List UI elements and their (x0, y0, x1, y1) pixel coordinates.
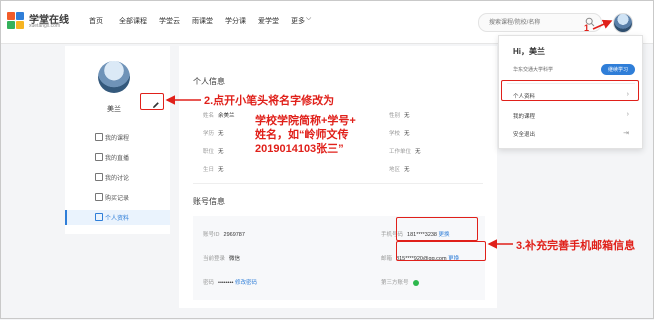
annotation-step1: 1 (584, 23, 590, 33)
annotation-step2: 2.点开小笔头将名字修改为 (204, 95, 335, 107)
annotation-arrows (165, 19, 613, 249)
annotation-detail-line: 姓名，如“岭师文传 (255, 129, 349, 141)
annotation-step3: 3.补充完善手机邮箱信息 (516, 240, 636, 252)
page-frame: 学堂在线 xuetangx.com 首页 全部课程 学堂云 雨课堂 学分课 爱学… (0, 0, 654, 319)
annotation-detail-line: 学校学院简称+学号+ (255, 115, 356, 127)
annotation-detail-line: 2019014103张三” (255, 143, 344, 155)
annotation-step2-detail: 学校学院简称+学号+ 姓名，如“岭师文传 2019014103张三” (255, 114, 356, 156)
